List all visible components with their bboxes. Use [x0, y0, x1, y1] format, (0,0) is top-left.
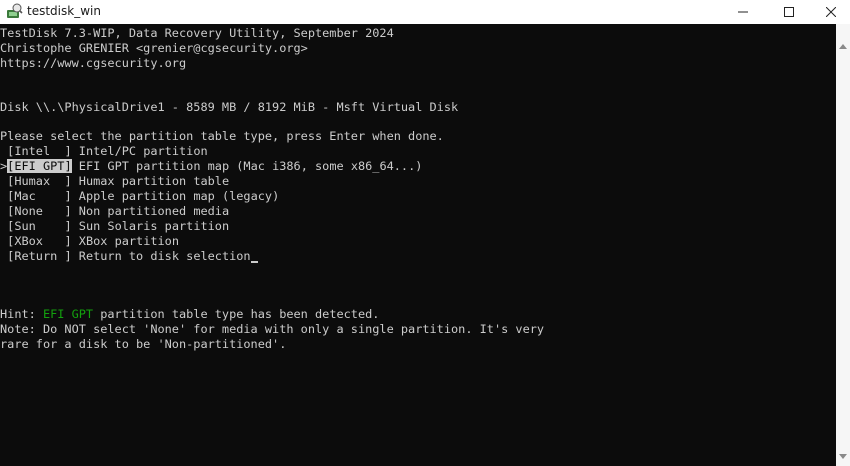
header-line-2: Christophe GRENIER <grenier@cgsecurity.o… — [0, 41, 308, 55]
menu-desc: EFI GPT partition map (Mac i386, some x8… — [78, 159, 423, 173]
menu-key: [Intel ] — [7, 144, 72, 158]
window-titlebar[interactable]: testdisk_win — [0, 0, 850, 24]
menu-key: [XBox ] — [7, 234, 72, 248]
menu-item-none[interactable]: [None ] Non partitioned media — [0, 204, 229, 219]
maximize-icon — [784, 7, 794, 17]
hint-suffix: partition table type has been detected. — [93, 307, 380, 321]
menu-item-sun[interactable]: [Sun ] Sun Solaris partition — [0, 219, 229, 234]
menu-item-return[interactable]: [Return ] Return to disk selection — [0, 249, 258, 264]
scroll-up-arrow-icon[interactable] — [839, 44, 847, 49]
menu-desc: Return to disk selection — [78, 249, 251, 263]
menu-item-mac[interactable]: [Mac ] Apple partition map (legacy) — [0, 189, 279, 204]
menu-desc: Apple partition map (legacy) — [78, 189, 280, 203]
menu-desc: XBox partition — [78, 234, 180, 248]
menu-item-efi-gpt[interactable]: >[EFI GPT] EFI GPT partition map (Mac i3… — [0, 159, 422, 174]
menu-key: [Sun ] — [7, 219, 72, 233]
vertical-scrollbar[interactable] — [836, 24, 850, 466]
note-line-2: rare for a disk to be 'Non-partitioned'. — [0, 337, 287, 351]
header-line-1: TestDisk 7.3-WIP, Data Recovery Utility,… — [0, 26, 394, 40]
note-line-1: Note: Do NOT select 'None' for media wit… — [0, 322, 545, 336]
menu-item-intel[interactable]: [Intel ] Intel/PC partition — [0, 144, 208, 159]
menu-key: [Return ] — [7, 249, 72, 263]
window-title: testdisk_win — [27, 4, 101, 18]
disk-info: Disk \\.\PhysicalDrive1 - 8589 MB / 8192… — [0, 100, 459, 114]
menu-key-selected: [EFI GPT] — [7, 159, 72, 173]
menu-desc: Intel/PC partition — [78, 144, 208, 158]
menu-key: [None ] — [7, 204, 72, 218]
menu-key: [Humax ] — [7, 174, 72, 188]
menu-desc: Non partitioned media — [78, 204, 230, 218]
close-icon — [826, 7, 836, 17]
selection-prompt: Please select the partition table type, … — [0, 129, 444, 143]
hint-line: Hint: EFI GPT partition table type has b… — [0, 307, 379, 322]
close-button[interactable] — [812, 0, 850, 24]
scroll-down-arrow-icon[interactable] — [839, 454, 847, 459]
menu-item-humax[interactable]: [Humax ] Humax partition table — [0, 174, 229, 189]
maximize-button[interactable] — [766, 0, 812, 24]
minimize-button[interactable] — [720, 0, 766, 24]
minimize-icon — [738, 11, 748, 13]
menu-desc: Humax partition table — [78, 174, 230, 188]
testdisk-app-icon — [7, 3, 23, 18]
hint-detected-type: EFI GPT — [42, 307, 94, 321]
menu-desc: Sun Solaris partition — [78, 219, 230, 233]
menu-key: [Mac ] — [7, 189, 72, 203]
header-line-3: https://www.cgsecurity.org — [0, 56, 187, 70]
text-cursor — [250, 261, 258, 263]
hint-prefix: Hint: — [0, 307, 43, 321]
menu-item-xbox[interactable]: [XBox ] XBox partition — [0, 234, 179, 249]
console-output[interactable]: TestDisk 7.3-WIP, Data Recovery Utility,… — [0, 24, 836, 466]
